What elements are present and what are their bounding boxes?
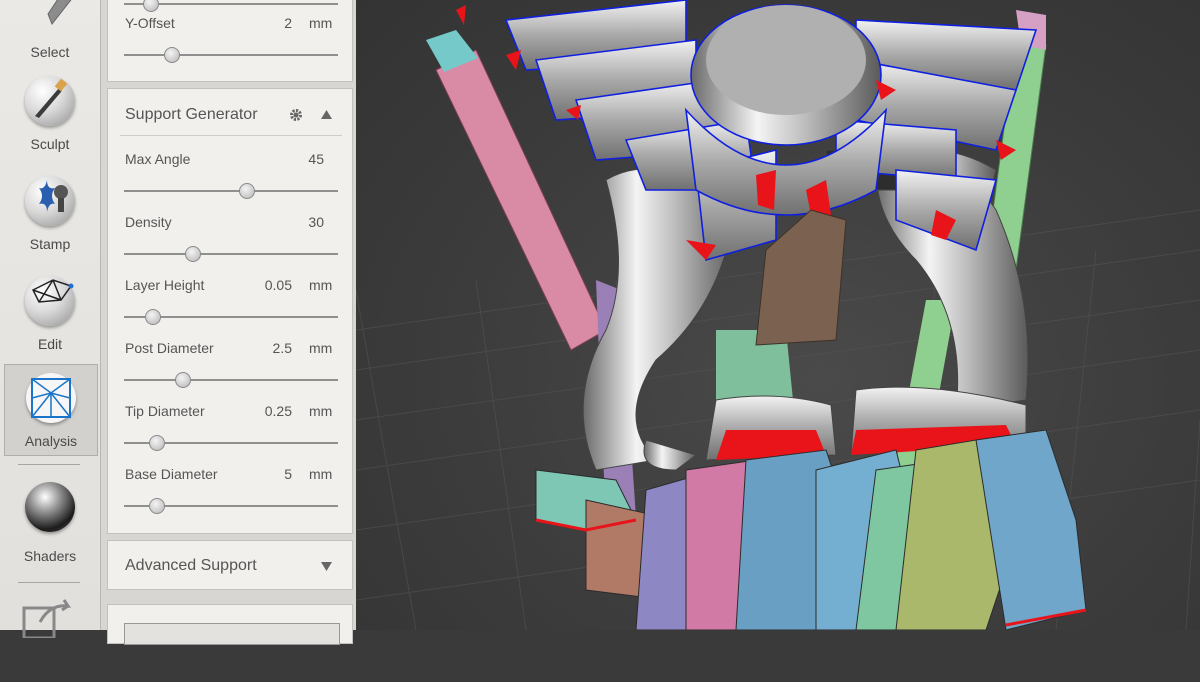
import-export-icon <box>22 599 72 638</box>
stamp-tool-label: Stamp <box>29 236 71 252</box>
param-slider[interactable] <box>124 498 338 514</box>
param-slider[interactable] <box>124 246 338 262</box>
sculpt-icon <box>25 76 75 126</box>
expand-down-icon[interactable] <box>321 562 332 571</box>
analysis-tool[interactable]: Analysis <box>4 364 98 456</box>
select-arrow-icon <box>47 0 72 25</box>
advanced-support-panel[interactable]: Advanced Support <box>107 540 353 590</box>
select-tool[interactable]: Select <box>4 0 96 66</box>
param-value[interactable]: 2.5 <box>238 340 292 356</box>
edit-tool-label: Edit <box>37 336 63 352</box>
param-value[interactable]: 5 <box>238 466 292 482</box>
param-value[interactable]: 0.05 <box>238 277 292 293</box>
param-unit: mm <box>309 403 333 419</box>
support-generator-panel: Support Generator Max Angle 45 Density 30 La… <box>107 88 353 534</box>
collapse-up-icon[interactable] <box>321 110 332 119</box>
shaders-tool[interactable]: Shaders <box>4 474 96 564</box>
param-unit: mm <box>309 277 333 293</box>
3d-viewport[interactable] <box>356 0 1200 630</box>
y-offset-slider[interactable] <box>124 47 338 63</box>
param-slider[interactable] <box>124 183 338 199</box>
param-label: Base Diameter <box>125 466 218 482</box>
edit-mesh-icon <box>25 276 75 326</box>
param-value[interactable]: 0.25 <box>238 403 292 419</box>
next-panel <box>107 604 353 645</box>
param-slider[interactable] <box>124 435 338 451</box>
param-slider-knob[interactable] <box>149 435 166 451</box>
tool-bar: Select Sculpt Stamp Edit Analysis Shader… <box>0 0 101 638</box>
param-slider[interactable] <box>124 309 338 325</box>
param-slider-knob[interactable] <box>185 246 202 262</box>
param-label: Post Diameter <box>125 340 214 356</box>
offset-panel: Y-Offset 2 mm <box>107 0 353 82</box>
stamp-tool[interactable]: Stamp <box>4 168 96 258</box>
panels-column: Y-Offset 2 mm Support Generator Max Angl… <box>101 0 356 645</box>
panel-header-divider <box>120 135 342 136</box>
gear-model <box>504 0 1038 262</box>
shaders-tool-label: Shaders <box>23 548 77 564</box>
y-offset-label: Y-Offset <box>125 15 175 31</box>
param-slider-knob[interactable] <box>238 183 255 199</box>
y-offset-slider-knob[interactable] <box>164 47 181 63</box>
param-value[interactable]: 45 <box>268 151 324 167</box>
slider-track[interactable] <box>124 0 338 12</box>
analysis-tool-label: Analysis <box>24 433 78 449</box>
param-unit: mm <box>309 340 333 356</box>
sculpt-tool[interactable]: Sculpt <box>4 68 96 158</box>
gear-icon[interactable] <box>289 108 303 122</box>
param-label: Tip Diameter <box>125 403 205 419</box>
param-label: Layer Height <box>125 277 205 293</box>
sculpt-tool-label: Sculpt <box>30 136 70 152</box>
param-value[interactable]: 30 <box>268 214 324 230</box>
import-export-tool[interactable] <box>4 592 96 682</box>
param-slider-knob[interactable] <box>174 372 191 388</box>
param-slider-knob[interactable] <box>149 498 166 514</box>
toolbar-divider <box>18 464 80 465</box>
param-slider[interactable] <box>124 372 338 388</box>
param-unit: mm <box>309 466 333 482</box>
stamp-icon <box>25 176 75 226</box>
y-offset-value[interactable]: 2 <box>258 15 292 31</box>
y-offset-unit: mm <box>309 15 333 31</box>
viewport-scene <box>356 0 1200 630</box>
panel-button[interactable] <box>124 623 340 645</box>
toolbar-divider <box>18 582 80 583</box>
advanced-support-title: Advanced Support <box>125 557 257 574</box>
select-tool-label: Select <box>30 44 70 60</box>
support-generator-title: Support Generator <box>125 106 258 123</box>
param-label: Max Angle <box>125 151 191 167</box>
param-slider-knob[interactable] <box>144 309 161 325</box>
slider-knob[interactable] <box>142 0 159 12</box>
analysis-mesh-icon <box>26 373 76 423</box>
param-label: Density <box>125 214 172 230</box>
edit-tool[interactable]: Edit <box>4 268 96 358</box>
shader-sphere-icon <box>25 482 75 532</box>
